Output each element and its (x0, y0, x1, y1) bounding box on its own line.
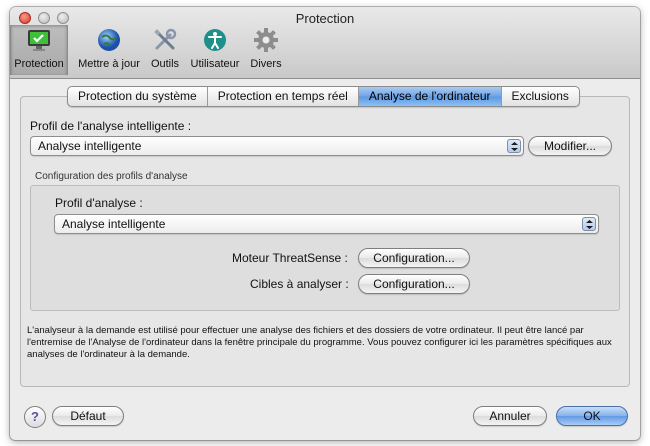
tab-realtime-protection[interactable]: Protection en temps réel (208, 87, 359, 106)
toolbar-item-tools[interactable]: Outils (145, 25, 185, 75)
ok-button[interactable]: OK (556, 406, 628, 426)
tab-exclusions[interactable]: Exclusions (502, 87, 579, 106)
default-button[interactable]: Défaut (52, 406, 124, 426)
tab-computer-scan[interactable]: Analyse de l'ordinateur (358, 87, 502, 106)
description-text: L'analyseur à la demande est utilisé pou… (27, 325, 612, 360)
globe-icon (96, 27, 122, 53)
preferences-window: Protection Protection Mettre à jour Outi… (10, 7, 640, 440)
toolbar-item-misc[interactable]: Divers (246, 25, 286, 75)
updown-arrows-icon (507, 139, 521, 153)
user-accessibility-icon (202, 27, 228, 53)
threatsense-label: Moteur ThreatSense : (232, 251, 348, 265)
modify-button[interactable]: Modifier... (528, 136, 612, 156)
tab-system-protection[interactable]: Protection du système (68, 87, 208, 106)
gear-icon (253, 27, 279, 53)
monitor-check-icon (26, 27, 52, 53)
toolbar-label: Protection (14, 58, 64, 70)
tab-bar: Protection du système Protection en temp… (67, 86, 580, 107)
tools-icon (152, 27, 178, 53)
toolbar-label: Outils (150, 58, 180, 70)
updown-arrows-icon (582, 217, 596, 231)
threatsense-config-button[interactable]: Configuration... (358, 248, 470, 268)
toolbar-label: Utilisateur (190, 58, 240, 70)
scan-profile-label: Profil d'analyse : (55, 196, 143, 210)
smart-scan-profile-select[interactable]: Analyse intelligente (30, 136, 524, 156)
cancel-button[interactable]: Annuler (473, 406, 547, 426)
toolbar-item-protection[interactable]: Protection (10, 25, 68, 75)
help-button[interactable]: ? (24, 406, 46, 428)
profiles-config-title: Configuration des profils d'analyse (35, 171, 188, 182)
titlebar: Protection Protection Mettre à jour Outi… (10, 7, 640, 79)
scan-targets-label: Cibles à analyser : (250, 277, 349, 291)
window-title: Protection (295, 11, 355, 26)
scan-profile-select[interactable]: Analyse intelligente (54, 214, 599, 234)
scan-profile-value: Analyse intelligente (62, 217, 166, 231)
toolbar-label: Divers (250, 58, 282, 70)
toolbar-item-user[interactable]: Utilisateur (187, 25, 243, 75)
toolbar-item-update[interactable]: Mettre à jour (77, 25, 141, 75)
smart-scan-profile-label: Profil de l'analyse intelligente : (30, 119, 192, 133)
toolbar-label: Mettre à jour (78, 58, 140, 70)
smart-scan-profile-value: Analyse intelligente (38, 139, 142, 153)
scan-targets-config-button[interactable]: Configuration... (358, 274, 470, 294)
